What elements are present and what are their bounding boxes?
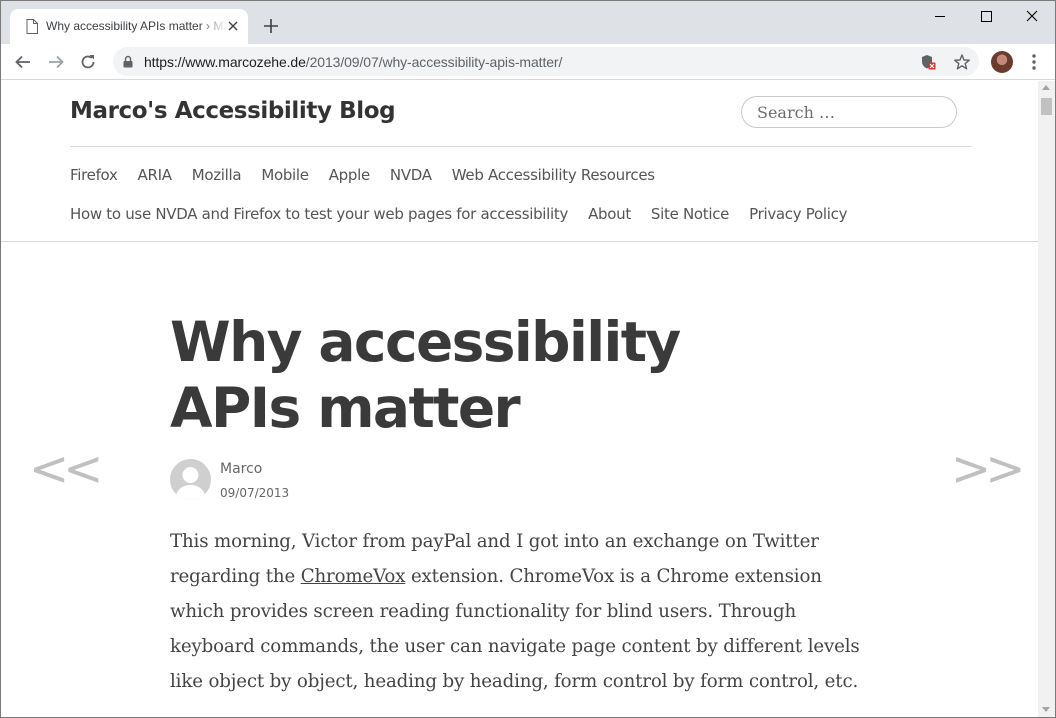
post-date[interactable]: 09/07/2013 [220, 486, 289, 500]
minimize-icon[interactable] [917, 1, 963, 31]
page-icon [26, 19, 38, 34]
menu-item-web-accessibility-resources[interactable]: Web Accessibility Resources [452, 166, 655, 184]
menu-item-about[interactable]: About [588, 205, 631, 223]
menu-item-mobile[interactable]: Mobile [261, 166, 309, 184]
primary-menu-row-2: How to use NVDA and Firefox to test your… [70, 205, 867, 223]
plus-icon[interactable] [262, 17, 280, 35]
forward-arrow-icon[interactable] [46, 52, 66, 72]
post-title: Why accessibility APIs matter [170, 310, 681, 440]
star-icon[interactable] [953, 53, 971, 71]
url-host: https://www.marcozehe.de [144, 54, 306, 70]
author-name[interactable]: Marco [220, 461, 262, 477]
header-divider [70, 146, 971, 147]
close-window-icon[interactable] [1009, 1, 1055, 31]
tracker-blocked-icon[interactable] [919, 53, 937, 71]
address-bar[interactable]: https://www.marcozehe.de/2013/09/07/why-… [113, 47, 979, 76]
scrollbar-thumb[interactable] [1041, 98, 1052, 115]
navigation-divider [1, 241, 1038, 242]
lock-icon[interactable] [123, 55, 133, 68]
menu-item-aria[interactable]: ARIA [138, 166, 172, 184]
profile-avatar[interactable] [991, 51, 1013, 73]
scroll-down-arrow-icon[interactable] [1042, 707, 1050, 712]
post-body-paragraph: This morning, Victor from payPal and I g… [170, 524, 870, 699]
author-avatar [170, 459, 211, 500]
menu-item-site-notice[interactable]: Site Notice [651, 205, 730, 223]
menu-item-nvda[interactable]: NVDA [390, 166, 432, 184]
maximize-icon[interactable] [963, 1, 1009, 31]
kebab-menu-icon[interactable] [1027, 52, 1041, 72]
previous-post-link[interactable]: << [29, 441, 103, 497]
reload-icon[interactable] [78, 52, 98, 72]
browser-toolbar: https://www.marcozehe.de/2013/09/07/why-… [1, 44, 1055, 80]
avatar-placeholder-icon [175, 467, 206, 500]
chromevox-link[interactable]: ChromeVox [301, 566, 406, 587]
back-arrow-icon[interactable] [13, 52, 33, 72]
site-title[interactable]: Marco's Accessibility Blog [70, 98, 396, 124]
menu-item-nvda-firefox-testing[interactable]: How to use NVDA and Firefox to test your… [70, 205, 568, 223]
tab-title: Why accessibility APIs matter › Marco's … [46, 19, 226, 33]
menu-item-firefox[interactable]: Firefox [70, 166, 118, 184]
search-input[interactable] [741, 96, 957, 128]
scroll-up-arrow-icon[interactable] [1042, 85, 1050, 90]
page-scrollbar[interactable] [1038, 81, 1055, 717]
menu-item-privacy-policy[interactable]: Privacy Policy [749, 205, 847, 223]
tab-strip: Why accessibility APIs matter › Marco's … [1, 1, 1055, 44]
page-viewport: Marco's Accessibility Blog Firefox ARIA … [1, 81, 1038, 717]
url-text[interactable]: https://www.marcozehe.de/2013/09/07/why-… [144, 54, 562, 70]
menu-item-mozilla[interactable]: Mozilla [192, 166, 242, 184]
menu-item-apple[interactable]: Apple [329, 166, 371, 184]
next-post-link[interactable]: >> [951, 441, 1025, 497]
url-path: /2013/09/07/why-accessibility-apis-matte… [305, 54, 563, 70]
primary-menu-row-1: Firefox ARIA Mozilla Mobile Apple NVDA W… [70, 166, 675, 184]
active-tab[interactable]: Why accessibility APIs matter › Marco's … [10, 9, 248, 44]
browser-window: Why accessibility APIs matter › Marco's … [0, 0, 1056, 718]
close-icon[interactable] [227, 20, 239, 32]
